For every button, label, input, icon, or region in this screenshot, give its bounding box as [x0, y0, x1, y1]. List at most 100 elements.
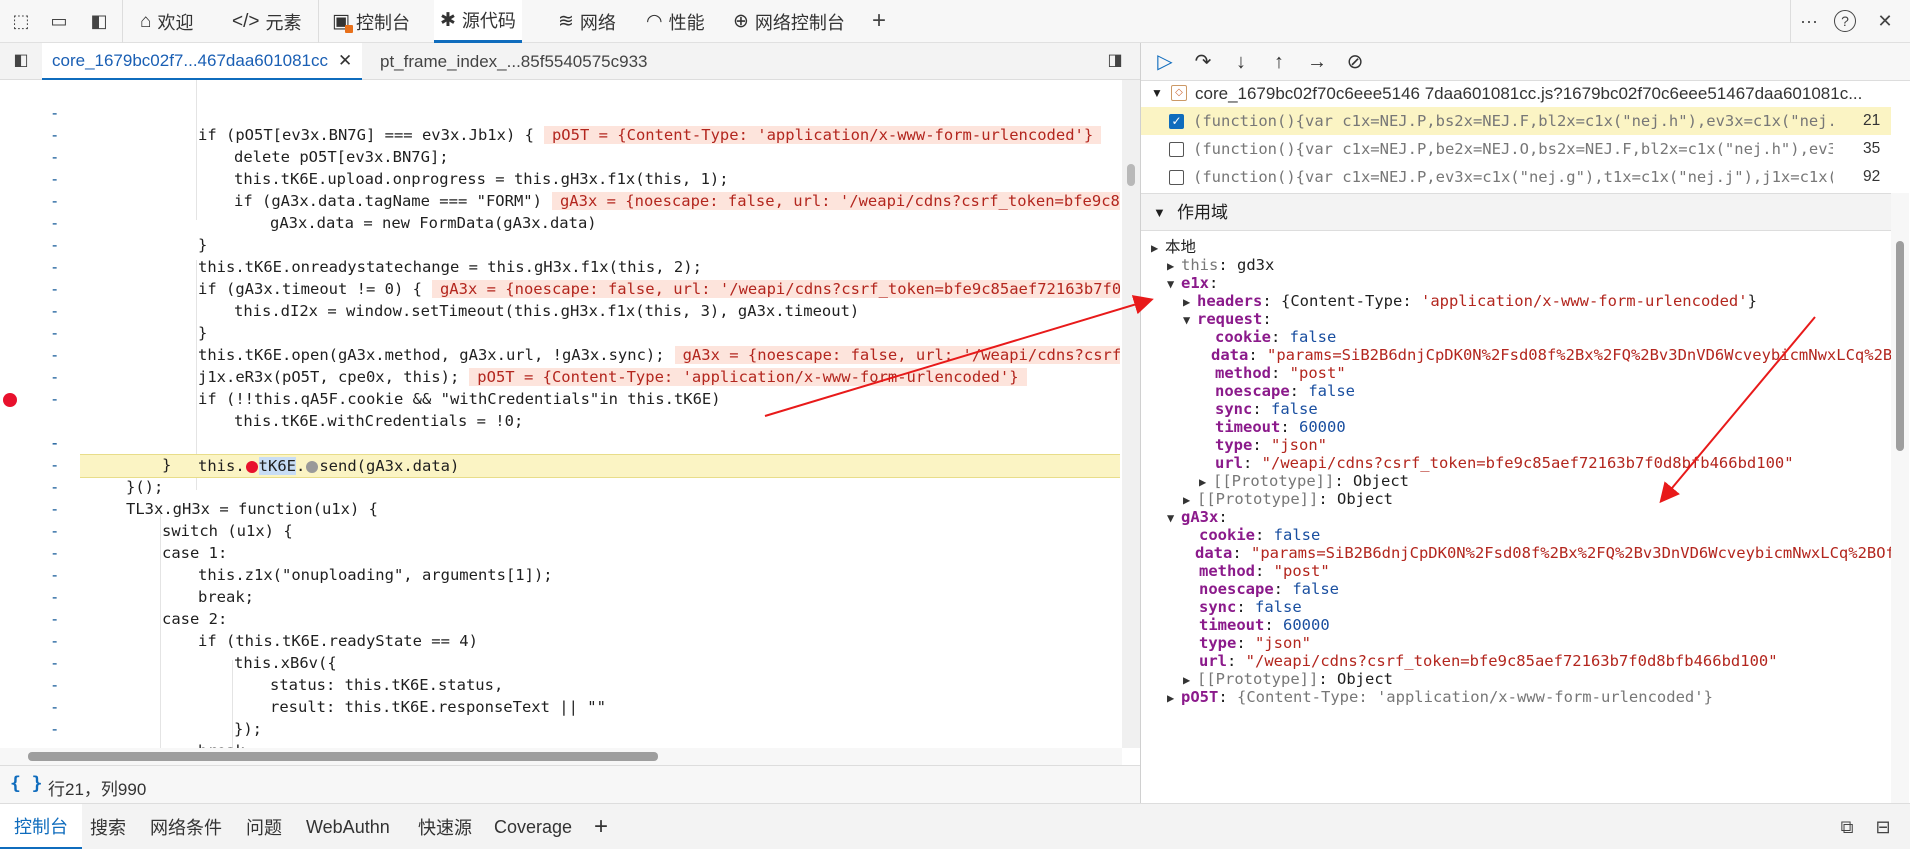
- step-over-icon[interactable]: ↷: [1189, 49, 1217, 75]
- code-line: - this.z1x("onuploading", arguments[1]);: [50, 544, 553, 584]
- code-editor[interactable]: - if (pO5T[ev3x.BN7G] === ev3x.Jb1x) {pO…: [0, 80, 1140, 748]
- code-line: - break;: [50, 566, 254, 606]
- more-tools-button[interactable]: ···: [1796, 8, 1822, 34]
- tab-sources[interactable]: ✱ 源代码: [434, 0, 522, 43]
- tab-elements[interactable]: </> 元素: [226, 0, 307, 43]
- tab-label: 源代码: [461, 11, 516, 31]
- tab-label: 控制台: [355, 12, 410, 33]
- chevron-down-icon: ▼: [1167, 511, 1175, 525]
- code-line: - status: this.tK6E.status,: [50, 654, 504, 694]
- breakpoint-checkbox[interactable]: [1169, 142, 1184, 157]
- code-line: - if (this.tK6E.readyState == 4): [50, 610, 478, 650]
- scrollbar-thumb[interactable]: [28, 752, 658, 761]
- resume-icon[interactable]: ▷: [1151, 49, 1179, 75]
- file-tab-core[interactable]: core_1679bc02f7...467daa601081cc ✕: [42, 43, 363, 80]
- breakpoint-code: (function(){var c1x=NEJ.P,be2x=NEJ.O,bs2…: [1193, 140, 1833, 158]
- navigator-toggle-icon[interactable]: ◧: [8, 48, 34, 74]
- code-line: - this.tK6E.onreadystatechange = this.gH…: [50, 236, 702, 276]
- pretty-print-button[interactable]: { }: [10, 773, 43, 794]
- drawer-tab-network-conditions[interactable]: 网络条件: [150, 804, 222, 849]
- code-line: - result: this.tK6E.responseText || "": [50, 676, 606, 716]
- devtools-toolbar: ⬚ ▭ ◧ ⌂ 欢迎 </> 元素 ▣ 控制台 ✱ 源代码 ≋ 网络 ◠ 性能 …: [0, 0, 1910, 43]
- code-line: - switch (u1x) {: [50, 500, 293, 540]
- chevron-down-icon: ▼: [1151, 86, 1163, 100]
- breakpoint-code: (function(){var c1x=NEJ.P,ev3x=c1x("nej.…: [1193, 168, 1833, 186]
- dock-icon[interactable]: ⧉: [1834, 814, 1860, 840]
- breakpoint-file-name: core_1679bc02f70c6eee5146 7daa601081cc.j…: [1195, 84, 1863, 103]
- breakpoint-checkbox[interactable]: [1169, 170, 1184, 185]
- tab-performance[interactable]: ◠ 性能: [640, 0, 711, 43]
- scope-tree: ▶ 本地 ▶ this: gd3x ▼ e1x: ▶ headers: {Content…: [1141, 233, 1891, 803]
- bug-icon: ✱: [440, 9, 456, 31]
- drawer-tab-issues[interactable]: 问题: [246, 804, 282, 849]
- code-line: - }();: [50, 456, 164, 496]
- breakpoint-item[interactable]: (function(){var c1x=NEJ.P,ev3x=c1x("nej.…: [1141, 163, 1891, 191]
- breakpoint-line: 35: [1863, 140, 1881, 157]
- scope-pO5T[interactable]: ▶ pO5T: {Content-Type: 'application/x-www…: [1167, 686, 1713, 708]
- breakpoint-line: 92: [1863, 168, 1881, 185]
- close-icon[interactable]: ✕: [338, 51, 352, 71]
- breakpoint-item[interactable]: ✓ (function(){var c1x=NEJ.P,bs2x=NEJ.F,b…: [1141, 107, 1891, 135]
- file-tab-label: pt_frame_index_...85f5540575c933: [380, 51, 648, 71]
- breakpoint-checkbox[interactable]: ✓: [1169, 114, 1184, 129]
- close-devtools-button[interactable]: ✕: [1872, 8, 1898, 34]
- file-icon: ◇: [1171, 85, 1187, 101]
- file-tab-pt-frame[interactable]: pt_frame_index_...85f5540575c933: [372, 43, 655, 80]
- code-line: - TL3x.gH3x = function(u1x) {: [50, 478, 378, 518]
- drawer-tab-search[interactable]: 搜索: [90, 804, 126, 849]
- tab-label: 元素: [265, 12, 302, 33]
- breakpoint-item[interactable]: (function(){var c1x=NEJ.P,be2x=NEJ.O,bs2…: [1141, 135, 1891, 163]
- close-drawer-icon[interactable]: ⊟: [1870, 814, 1896, 840]
- code-line: - if (!!this.qA5F.cookie && "withCredent…: [50, 368, 721, 408]
- editor-horizontal-scrollbar[interactable]: [0, 748, 1122, 765]
- chevron-down-icon: ▼: [1153, 205, 1166, 220]
- chevron-down-icon: ▼: [1167, 277, 1175, 291]
- code-line: - }: [50, 434, 172, 474]
- cursor-position: 行21，列990: [48, 780, 147, 799]
- file-tab-label: core_1679bc02f7...467daa601081cc: [52, 50, 329, 70]
- deactivate-breakpoints-icon[interactable]: ⊘: [1341, 49, 1369, 75]
- debugger-toggle-icon[interactable]: ◨: [1102, 48, 1128, 74]
- file-tab-bar: ◧ core_1679bc02f7...467daa601081cc ✕ pt_…: [0, 43, 1140, 80]
- code-brackets-icon: </>: [232, 10, 260, 32]
- scrollbar-thumb[interactable]: [1896, 241, 1904, 451]
- code-line: - this.tK6E.open(gA3x.method, gA3x.url, …: [0, 300, 1122, 364]
- editor-vertical-scrollbar[interactable]: [1122, 80, 1140, 748]
- help-button[interactable]: ?: [1834, 10, 1856, 32]
- code-line: - }: [50, 214, 208, 254]
- gauge-icon: ◠: [646, 11, 663, 32]
- tab-network-console[interactable]: ⊕ 网络控制台: [727, 0, 851, 43]
- drawer-tab-console[interactable]: 控制台: [0, 804, 82, 849]
- breakpoint-code: (function(){var c1x=NEJ.P,bs2x=NEJ.F,bl2…: [1193, 112, 1833, 130]
- tab-label: 性能: [668, 12, 705, 33]
- wifi-icon: ≋: [558, 11, 574, 32]
- drawer-tab-coverage[interactable]: Coverage: [494, 804, 572, 849]
- globe-icon: ⊕: [733, 11, 749, 32]
- step-out-icon[interactable]: ↑: [1265, 49, 1293, 75]
- scope-vertical-scrollbar[interactable]: [1891, 193, 1909, 803]
- add-drawer-tab-button[interactable]: +: [594, 804, 608, 849]
- scrollbar-thumb[interactable]: [1127, 164, 1135, 186]
- scope-section-header[interactable]: ▼ 作用域: [1141, 193, 1891, 231]
- code-line: - if (pO5T[ev3x.BN7G] === ev3x.Jb1x) {pO…: [0, 80, 1122, 144]
- tab-welcome[interactable]: ⌂ 欢迎: [134, 0, 199, 43]
- inspect-element-icon[interactable]: ⬚: [8, 8, 34, 34]
- step-into-icon[interactable]: ↓: [1227, 49, 1255, 75]
- tab-label: 网络控制台: [754, 12, 845, 33]
- step-icon[interactable]: →: [1303, 49, 1331, 75]
- paused-code-line: - this. tK6E. send(gA3x.data): [0, 388, 1122, 478]
- scope-title: 作用域: [1177, 203, 1228, 222]
- drawer-tab-quick-source[interactable]: 快速源: [418, 804, 472, 849]
- add-tab-button[interactable]: +: [866, 8, 892, 34]
- breakpoint-marker[interactable]: [3, 393, 17, 407]
- toggle-sidebar-icon[interactable]: ◧: [86, 8, 112, 34]
- drawer-tab-bar: 控制台 搜索 网络条件 问题 WebAuthn 快速源 Coverage + ⧉…: [0, 803, 1910, 849]
- tab-console[interactable]: ▣ 控制台: [326, 0, 416, 43]
- device-emulation-icon[interactable]: ▭: [46, 8, 72, 34]
- breakpoint-file-header[interactable]: ▼ ◇ core_1679bc02f70c6eee5146 7daa601081…: [1141, 82, 1891, 108]
- drawer-tab-webauthn[interactable]: WebAuthn: [306, 804, 390, 849]
- code-line: - this.tK6E.upload.onprogress = this.gH3…: [50, 148, 729, 188]
- tab-network[interactable]: ≋ 网络: [552, 0, 622, 43]
- code-line: - }: [50, 302, 208, 342]
- code-line: - if (gA3x.data.tagName === "FORM") gA3x …: [0, 146, 1122, 210]
